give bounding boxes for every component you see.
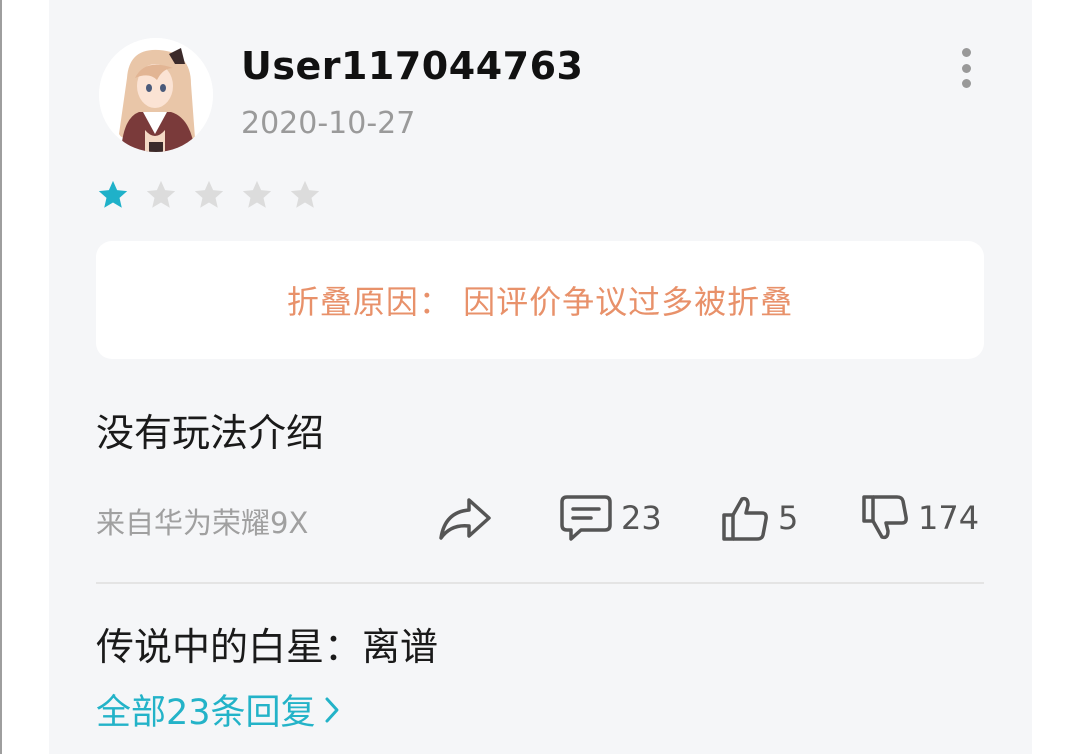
avatar-image xyxy=(99,38,213,152)
comment-icon xyxy=(560,495,612,541)
more-dot-icon xyxy=(961,79,971,88)
dislike-button[interactable]: 174 xyxy=(860,490,979,546)
star-rating xyxy=(96,178,322,212)
page-edge xyxy=(0,0,2,754)
like-button[interactable]: 5 xyxy=(720,490,798,546)
share-icon xyxy=(439,498,491,540)
reply-preview[interactable]: 传说中的白星：离谱 xyxy=(96,616,438,671)
username[interactable]: User117044763 xyxy=(241,44,583,88)
share-button[interactable] xyxy=(437,490,493,546)
star-empty-icon xyxy=(194,180,224,208)
comment-button[interactable]: 23 xyxy=(559,490,662,546)
all-replies-link[interactable]: 全部23条回复 xyxy=(96,684,340,735)
avatar[interactable] xyxy=(99,38,213,152)
fold-notice[interactable]: 折叠原因： 因评价争议过多被折叠 xyxy=(96,241,984,359)
review-card: User117044763 2020-10-27 折叠原因： 因评价争议过多被折… xyxy=(49,0,1032,754)
more-dot-icon xyxy=(961,48,971,57)
divider xyxy=(96,582,984,584)
chevron-right-icon xyxy=(325,697,339,722)
star-filled-icon xyxy=(98,180,128,208)
star-empty-icon xyxy=(146,180,176,208)
more-dot-icon xyxy=(961,63,971,73)
fold-reason-text: 折叠原因： 因评价争议过多被折叠 xyxy=(286,283,794,321)
thumbs-up-icon xyxy=(722,496,768,541)
review-date: 2020-10-27 xyxy=(241,106,416,141)
dislike-count: 174 xyxy=(918,499,980,537)
more-options-button[interactable] xyxy=(954,48,978,88)
like-count: 5 xyxy=(778,499,799,537)
all-replies-label: 全部23条回复 xyxy=(96,693,316,733)
review-text: 没有玩法介绍 xyxy=(96,411,325,455)
star-empty-icon xyxy=(290,180,320,208)
device-source: 来自华为荣耀9X xyxy=(96,506,309,540)
comment-count: 23 xyxy=(621,499,662,537)
thumbs-down-icon xyxy=(862,495,908,540)
star-empty-icon xyxy=(242,180,272,208)
